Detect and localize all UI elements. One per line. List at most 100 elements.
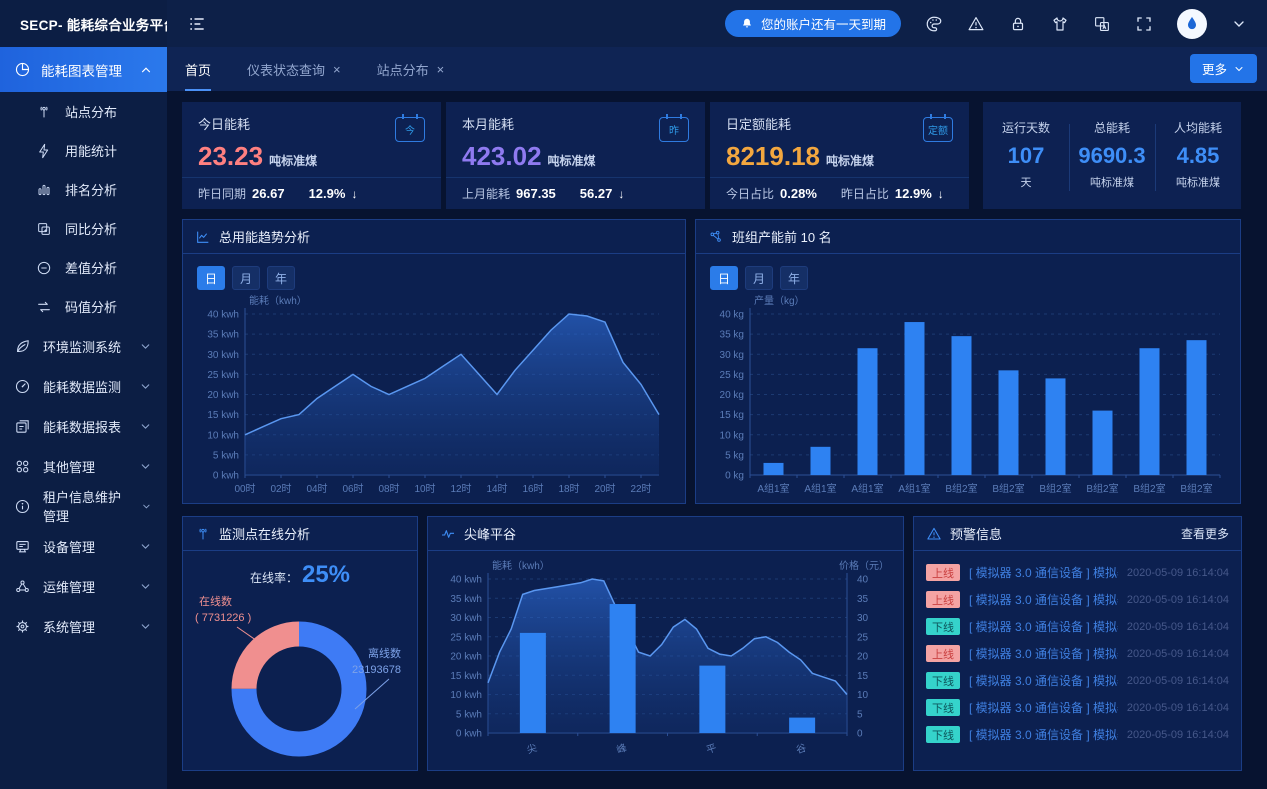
copy-icon (36, 221, 52, 237)
line-chart-icon (195, 229, 211, 245)
status-badge: 下线 (926, 672, 960, 689)
alert-row[interactable]: 下线 [ 模拟器 3.0 通信设备 ] 模拟器 3.0... 2020-05-0… (926, 667, 1229, 694)
svg-text:A组1室: A组1室 (898, 482, 930, 495)
close-icon[interactable]: × (333, 62, 341, 77)
sidebar-item-system-management[interactable]: 系统管理 (0, 606, 167, 646)
status-badge: 下线 (926, 699, 960, 716)
period-tab-year[interactable]: 年 (780, 266, 808, 290)
tab-meter-status[interactable]: 仪表状态查询 × (247, 47, 341, 91)
panel-title: 尖峰平谷 (464, 524, 516, 543)
sidebar-item-env-monitoring[interactable]: 环境监测系统 (0, 326, 167, 366)
tabbar: 首页 仪表状态查询 × 站点分布 × 更多 (167, 47, 1267, 91)
svg-text:20 kg: 20 kg (720, 390, 744, 401)
more-button[interactable]: 更多 (1190, 54, 1257, 83)
period-tab-month[interactable]: 月 (232, 266, 260, 290)
menu-collapse-icon[interactable] (187, 14, 207, 34)
sidebar-item-label: 能耗图表管理 (41, 60, 122, 80)
alert-row[interactable]: 上线 [ 模拟器 3.0 通信设备 ] 模拟器 3.0... 2020-05-0… (926, 586, 1229, 613)
summary-running-days: 运行天数 107 天 (983, 102, 1069, 209)
palette-icon[interactable] (925, 15, 943, 33)
svg-text:18时: 18时 (558, 483, 579, 495)
stat-card-unit: 吨标准煤 (826, 154, 874, 168)
sidebar-item-energy-usage-stats[interactable]: 用能统计 (0, 131, 167, 170)
panel-title: 班组产能前 10 名 (732, 227, 832, 246)
bell-icon (740, 17, 754, 31)
svg-text:0 kwh: 0 kwh (213, 471, 239, 482)
alert-row[interactable]: 下线 [ 模拟器 3.0 通信设备 ] 模拟器 3.0... 2020-05-0… (926, 694, 1229, 721)
svg-text:20: 20 (857, 652, 869, 663)
alert-text: [ 模拟器 3.0 通信设备 ] 模拟器 3.0... (969, 645, 1118, 662)
svg-text:0: 0 (857, 729, 863, 740)
leaf-icon (14, 338, 31, 355)
account-notice-pill[interactable]: 您的账户还有一天到期 (725, 10, 901, 37)
sidebar-item-label: 用能统计 (65, 141, 117, 160)
svg-text:谷: 谷 (795, 742, 808, 757)
alert-row[interactable]: 下线 [ 模拟器 3.0 通信设备 ] 模拟器 3.0... 2020-05-0… (926, 613, 1229, 640)
period-tab-month[interactable]: 月 (745, 266, 773, 290)
svg-text:35 kwh: 35 kwh (207, 330, 239, 341)
sidebar-item-yoy-analysis[interactable]: 同比分析 (0, 209, 167, 248)
sidebar-item-tenant-info-management[interactable]: 租户信息维护管理 (0, 486, 167, 526)
status-badge: 下线 (926, 726, 960, 743)
sidebar-item-ops-management[interactable]: 运维管理 (0, 566, 167, 606)
sidebar-item-other-management[interactable]: 其他管理 (0, 446, 167, 486)
sidebar-item-label: 站点分布 (65, 102, 117, 121)
period-tab-year[interactable]: 年 (267, 266, 295, 290)
chevron-down-icon (139, 580, 152, 593)
stat-card-daily-quota-energy: 日定额能耗 定额 8219.18吨标准煤 今日占比 0.28% 昨日占比 12.… (710, 102, 969, 209)
tab-home[interactable]: 首页 (185, 47, 211, 91)
avatar[interactable] (1177, 9, 1207, 39)
chevron-down-icon (139, 380, 152, 393)
stat-card-value: 23.23 (198, 141, 263, 171)
alert-row[interactable]: 下线 [ 模拟器 3.0 通信设备 ] 模拟器 3.0... 2020-05-0… (926, 721, 1229, 748)
panel-header: 班组产能前 10 名 (696, 220, 1240, 254)
sidebar-item-label: 差值分析 (65, 258, 117, 277)
panel-monitor-online: 监测点在线分析 在线率：25% 在线数( 7731226 )离线数2319367… (182, 516, 418, 771)
fullscreen-icon[interactable] (1135, 15, 1153, 33)
svg-text:平: 平 (705, 743, 718, 757)
stat-card-title: 今日能耗 (198, 114, 250, 133)
close-icon[interactable]: × (437, 62, 445, 77)
svg-text:A组1室: A组1室 (804, 482, 836, 495)
svg-text:0 kg: 0 kg (725, 471, 744, 482)
sidebar-item-code-value-analysis[interactable]: 码值分析 (0, 287, 167, 326)
sidebar-item-energy-data-monitoring[interactable]: 能耗数据监测 (0, 366, 167, 406)
svg-text:能耗（kwh）: 能耗（kwh） (249, 294, 307, 307)
alert-text: [ 模拟器 3.0 通信设备 ] 模拟器 3.0... (969, 618, 1118, 635)
svg-text:23193678: 23193678 (352, 664, 401, 676)
translate-icon[interactable] (1093, 15, 1111, 33)
chevron-down-icon[interactable] (1231, 16, 1247, 32)
sidebar-item-ranking-analysis[interactable]: 排名分析 (0, 170, 167, 209)
period-tab-day[interactable]: 日 (710, 266, 738, 290)
sidebar-item-difference-analysis[interactable]: 差值分析 (0, 248, 167, 287)
svg-text:10 kwh: 10 kwh (207, 430, 239, 441)
sidebar-item-device-management[interactable]: 设备管理 (0, 526, 167, 566)
alert-row[interactable]: 上线 [ 模拟器 3.0 通信设备 ] 模拟器 3.0... 2020-05-0… (926, 559, 1229, 586)
panel-title: 总用能趋势分析 (219, 227, 310, 246)
alert-row[interactable]: 上线 [ 模拟器 3.0 通信设备 ] 模拟器 3.0... 2020-05-0… (926, 640, 1229, 667)
sidebar-item-site-distribution[interactable]: 站点分布 (0, 92, 167, 131)
bar-chart-icon (36, 182, 52, 198)
sidebar-item-energy-data-reports[interactable]: 能耗数据报表 (0, 406, 167, 446)
app-header: SECP- 能耗综合业务平台 您的账户还有一天到期 (0, 0, 1267, 47)
down-arrow-icon: ↓ (351, 187, 357, 201)
view-more-link[interactable]: 查看更多 (1181, 525, 1229, 542)
svg-text:在线数: 在线数 (199, 594, 232, 608)
svg-text:20时: 20时 (594, 483, 615, 495)
chevron-down-icon (1233, 63, 1245, 75)
sidebar-item-energy-chart-management[interactable]: 能耗图表管理 (0, 47, 167, 92)
status-badge: 下线 (926, 618, 960, 635)
nodes-icon (14, 578, 31, 595)
svg-text:B组2室: B组2室 (1180, 482, 1212, 495)
chevron-down-icon (141, 500, 152, 513)
avatar-flame-icon (1184, 14, 1200, 33)
lock-icon[interactable] (1009, 15, 1027, 33)
tab-site-distribution[interactable]: 站点分布 × (377, 47, 445, 91)
svg-text:( 7731226 ): ( 7731226 ) (195, 612, 251, 624)
panel-header: 监测点在线分析 (183, 517, 417, 551)
period-tab-day[interactable]: 日 (197, 266, 225, 290)
theme-skin-icon[interactable] (1051, 15, 1069, 33)
alert-triangle-icon[interactable] (967, 15, 985, 33)
stat-card-value: 8219.18 (726, 141, 820, 171)
period-tabs: 日 月 年 (183, 254, 685, 292)
